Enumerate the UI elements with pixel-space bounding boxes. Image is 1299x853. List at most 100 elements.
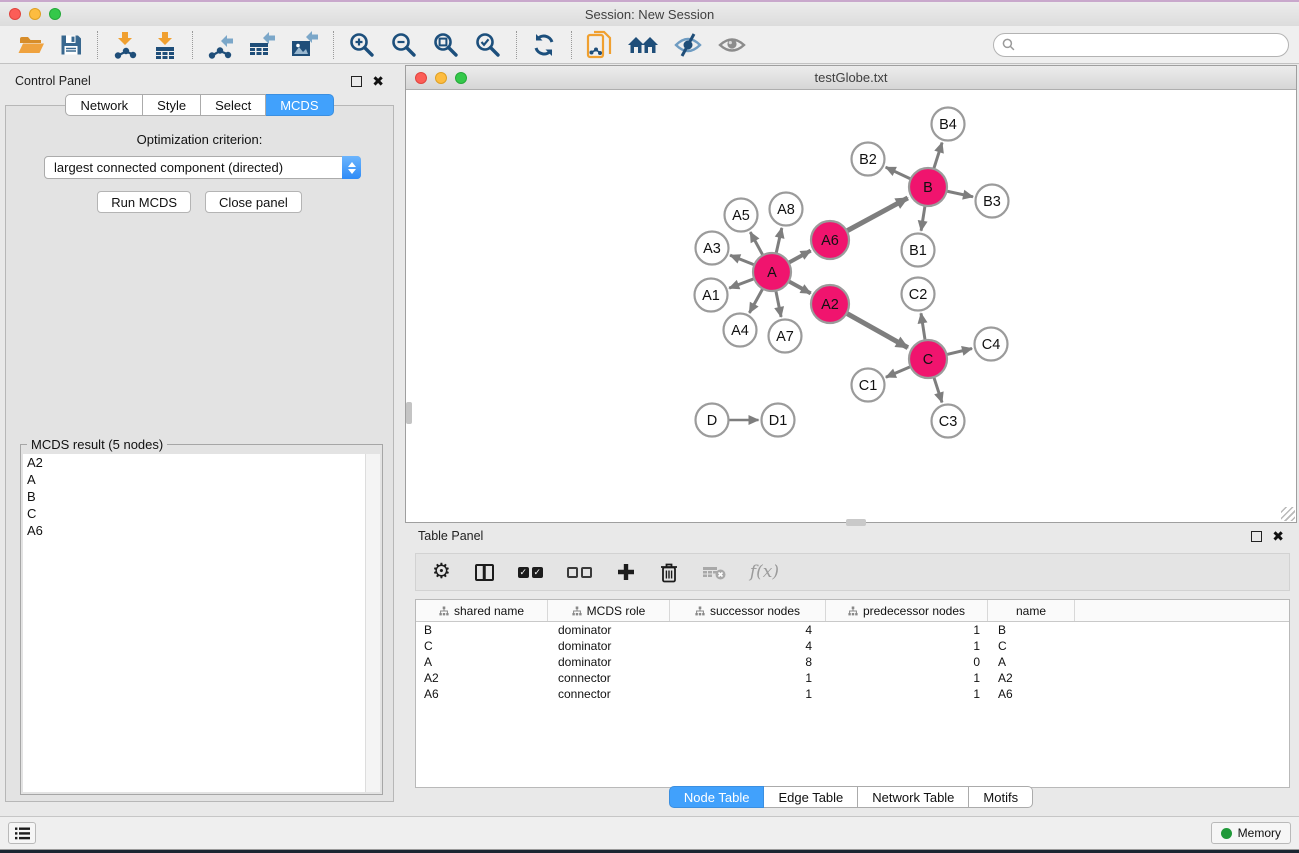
export-image-button[interactable] [283, 29, 326, 61]
column-header-name[interactable]: name [988, 600, 1075, 621]
graph-node-B3[interactable]: B3 [976, 185, 1009, 218]
graph-edge-B-B3[interactable] [947, 191, 973, 197]
delete-table-button[interactable] [702, 565, 726, 580]
graph-node-A7[interactable]: A7 [769, 320, 802, 353]
graph-node-C1[interactable]: C1 [852, 369, 885, 402]
open-file-button[interactable] [10, 29, 52, 61]
search-input[interactable] [1015, 38, 1288, 52]
show-all-button[interactable] [710, 29, 754, 61]
result-list-item[interactable]: B [23, 488, 365, 505]
result-scrollbar[interactable] [366, 454, 380, 792]
import-table-button[interactable] [145, 29, 185, 61]
graph-node-A8[interactable]: A8 [770, 193, 803, 226]
graph-node-C4[interactable]: C4 [975, 328, 1008, 361]
show-columns-button[interactable] [475, 564, 494, 581]
result-list-item[interactable]: A [23, 471, 365, 488]
column-header-MCDS-role[interactable]: MCDS role [548, 600, 670, 621]
first-neighbors-button[interactable] [620, 29, 666, 61]
graph-edge-A6-B[interactable] [847, 198, 908, 231]
tab-motifs[interactable]: Motifs [969, 786, 1033, 808]
graph-node-C[interactable]: C [909, 340, 947, 378]
tab-edge-table[interactable]: Edge Table [764, 786, 858, 808]
table-row[interactable]: Bdominator41B [416, 622, 1289, 638]
graph-node-A2[interactable]: A2 [811, 285, 849, 323]
graph-edge-C-C4[interactable] [947, 349, 973, 355]
graph-edge-B-B1[interactable] [921, 206, 925, 231]
splitter-handle-horizontal[interactable] [846, 519, 866, 526]
result-list-item[interactable]: A6 [23, 522, 365, 539]
table-row[interactable]: A2connector11A2 [416, 670, 1289, 686]
graph-edge-A2-C[interactable] [847, 313, 908, 347]
network-from-file-button[interactable] [579, 29, 620, 61]
graph-node-B4[interactable]: B4 [932, 108, 965, 141]
delete-column-button[interactable] [660, 562, 678, 583]
graph-node-A5[interactable]: A5 [725, 199, 758, 232]
memory-button[interactable]: Memory [1211, 822, 1291, 844]
column-header-shared-name[interactable]: shared name [416, 600, 548, 621]
zoom-out-button[interactable] [383, 29, 425, 61]
splitter-handle-vertical[interactable] [406, 402, 412, 424]
graph-edge-A-A5[interactable] [750, 232, 763, 255]
column-header-successor-nodes[interactable]: successor nodes [670, 600, 826, 621]
graph-node-A6[interactable]: A6 [811, 221, 849, 259]
graph-node-D1[interactable]: D1 [762, 404, 795, 437]
zoom-in-button[interactable] [341, 29, 383, 61]
table-row[interactable]: A6connector11A6 [416, 686, 1289, 702]
graph-edge-A-A2[interactable] [789, 281, 811, 293]
tab-network[interactable]: Network [65, 94, 143, 116]
run-mcds-button[interactable]: Run MCDS [97, 191, 191, 213]
graph-node-C2[interactable]: C2 [902, 278, 935, 311]
close-table-panel-icon[interactable]: ✖ [1272, 531, 1284, 542]
tab-node-table[interactable]: Node Table [669, 786, 765, 808]
graph-node-B1[interactable]: B1 [902, 234, 935, 267]
graph-edge-C-C2[interactable] [921, 313, 925, 340]
result-list-item[interactable]: A2 [23, 454, 365, 471]
graph-edge-A-A1[interactable] [729, 279, 754, 288]
import-network-button[interactable] [105, 29, 145, 61]
refresh-button[interactable] [524, 29, 564, 61]
save-session-button[interactable] [52, 29, 90, 61]
window-resize-grip[interactable] [1281, 507, 1295, 521]
graph-node-A[interactable]: A [753, 253, 791, 291]
table-row[interactable]: Adominator80A [416, 654, 1289, 670]
zoom-selected-button[interactable] [467, 29, 509, 61]
graph-node-A1[interactable]: A1 [695, 279, 728, 312]
float-table-panel-icon[interactable] [1251, 531, 1262, 542]
graph-node-C3[interactable]: C3 [932, 405, 965, 438]
criterion-select[interactable]: largest connected component (directed) [44, 156, 361, 179]
graph-node-B2[interactable]: B2 [852, 143, 885, 176]
function-builder-button[interactable]: f(x) [750, 562, 779, 582]
tab-network-table[interactable]: Network Table [858, 786, 969, 808]
float-panel-icon[interactable] [351, 76, 362, 87]
graph-edge-A-A4[interactable] [749, 289, 762, 313]
close-panel-button[interactable]: Close panel [205, 191, 302, 213]
close-panel-icon[interactable]: ✖ [372, 76, 384, 87]
graph-node-A4[interactable]: A4 [724, 314, 757, 347]
graph-node-B[interactable]: B [909, 168, 947, 206]
task-history-button[interactable] [8, 822, 36, 844]
table-row[interactable]: Cdominator41C [416, 638, 1289, 654]
deselect-all-button[interactable] [567, 567, 592, 578]
graph-edge-A-A6[interactable] [789, 251, 811, 263]
column-header-predecessor-nodes[interactable]: predecessor nodes [826, 600, 988, 621]
graph-node-D[interactable]: D [696, 404, 729, 437]
graph-edge-B-B2[interactable] [886, 167, 911, 179]
tab-style[interactable]: Style [143, 94, 201, 116]
export-network-button[interactable] [200, 29, 241, 61]
graph-edge-A-A7[interactable] [776, 291, 781, 317]
export-table-button[interactable] [241, 29, 283, 61]
result-list-item[interactable]: C [23, 505, 365, 522]
graph-edge-A-A8[interactable] [776, 228, 782, 254]
graph-node-A3[interactable]: A3 [696, 232, 729, 265]
select-all-button[interactable]: ✓✓ [518, 567, 543, 578]
network-canvas[interactable]: B4 B2 B B3 A5 A8A6 A3 B1 A A1 C2 A2 A4 A7 C4 C C1 D D1 C3 [406, 91, 1296, 522]
table-settings-button[interactable]: ⚙ [432, 562, 451, 582]
graph-edge-C-C3[interactable] [934, 377, 942, 402]
tab-select[interactable]: Select [201, 94, 266, 116]
hide-selected-button[interactable] [666, 29, 710, 61]
add-column-button[interactable] [616, 562, 636, 582]
tab-mcds[interactable]: MCDS [266, 94, 333, 116]
graph-edge-B-B4[interactable] [934, 143, 942, 169]
zoom-fit-button[interactable] [425, 29, 467, 61]
graph-edge-C-C1[interactable] [886, 367, 911, 378]
